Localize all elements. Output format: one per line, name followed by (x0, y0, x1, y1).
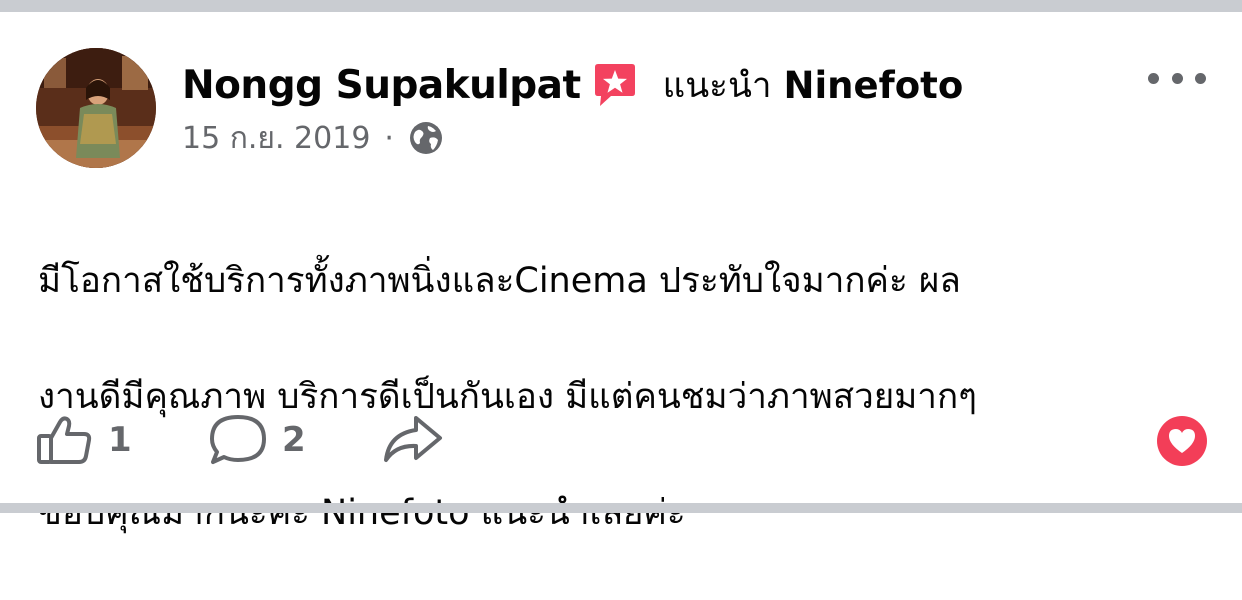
post-body-line: ขอบคุณมากนะคะ Ninefoto แนะนำเลยค่ะ (38, 493, 686, 533)
more-dot (1171, 72, 1183, 84)
share-button[interactable] (382, 414, 444, 466)
comment-button[interactable]: 2 (208, 414, 306, 466)
post-date[interactable]: 15 ก.ย. 2019 (182, 115, 370, 162)
comment-count: 2 (282, 420, 306, 460)
avatar[interactable] (36, 48, 156, 168)
post-header: Nongg Supakulpat แนะนำ Ninefoto (182, 60, 963, 110)
page-name[interactable]: Ninefoto (784, 64, 964, 107)
more-dot (1195, 72, 1206, 84)
like-button[interactable]: 1 (36, 414, 132, 466)
share-arrow-icon (384, 416, 442, 462)
love-reaction-badge[interactable] (1157, 416, 1207, 466)
post-meta: 15 ก.ย. 2019 · (182, 116, 444, 160)
post-body: มีโอกาสใช้บริการทั้งภาพนิ่งและCinema ประ… (38, 194, 1208, 600)
bottom-separator (0, 503, 1242, 513)
meta-separator: · (384, 120, 394, 156)
like-count: 1 (108, 420, 132, 460)
top-separator (0, 0, 1242, 12)
avatar-photo (36, 48, 156, 168)
comment-bubble-icon (210, 415, 266, 464)
recommend-star-badge-icon (591, 61, 639, 109)
recommends-label: แนะนำ (662, 65, 772, 106)
author-name[interactable]: Nongg Supakulpat (182, 63, 581, 108)
thumbs-up-icon (37, 416, 92, 464)
more-horizontal-icon (1148, 72, 1159, 84)
post-body-line: มีโอกาสใช้บริการทั้งภาพนิ่งและCinema ประ… (38, 261, 961, 301)
love-heart-icon (1169, 429, 1195, 453)
globe-icon[interactable] (408, 120, 444, 156)
more-options-button[interactable] (1148, 62, 1206, 94)
